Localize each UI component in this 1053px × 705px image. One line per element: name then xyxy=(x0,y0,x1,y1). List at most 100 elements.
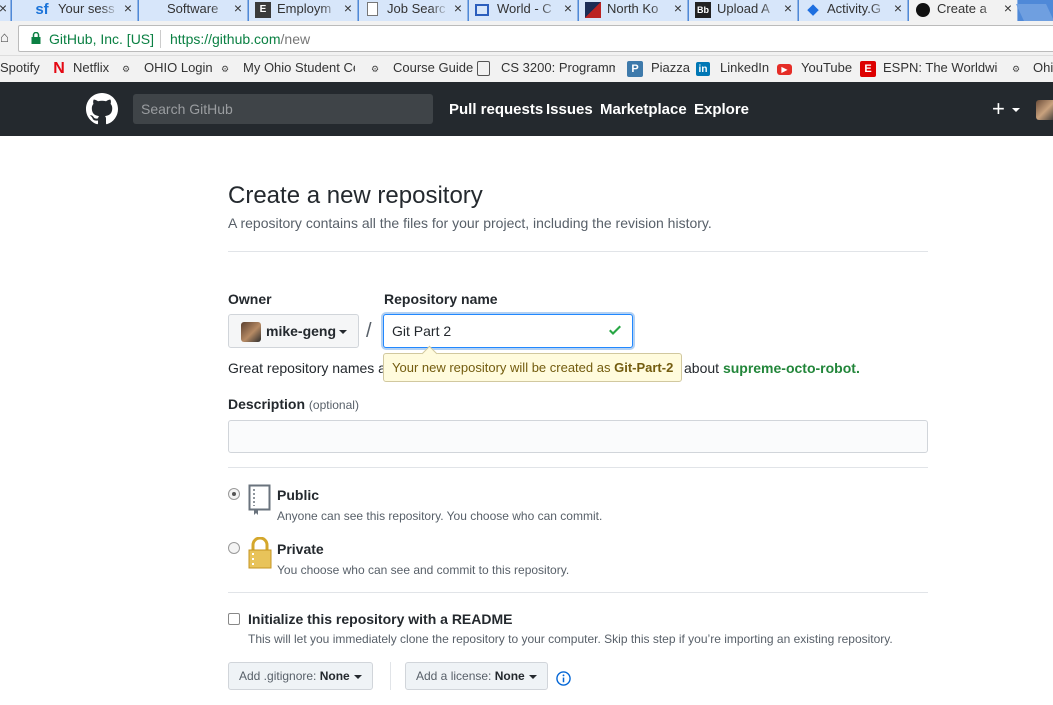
bookmark-label: Netflix xyxy=(73,60,110,75)
nav-issues[interactable]: Issues xyxy=(546,101,593,118)
tab-close-icon[interactable]: × xyxy=(454,0,462,16)
browser-tab[interactable]: E Employm × xyxy=(249,0,358,21)
tab-title: Upload A xyxy=(717,1,770,16)
bookmark-my-ohio[interactable]: ⚙ My Ohio Student Cen xyxy=(217,60,357,78)
tab-close-icon[interactable]: × xyxy=(344,0,352,16)
url-text[interactable]: https://github.com/new xyxy=(170,31,310,47)
bookmark-youtube[interactable]: ▶ YouTube xyxy=(777,60,852,78)
browser-tab[interactable]: × xyxy=(0,0,11,21)
license-select-button[interactable]: Add a license: None xyxy=(405,662,548,690)
home-icon[interactable]: ⌂ xyxy=(0,29,14,46)
public-description: Anyone can see this repository. You choo… xyxy=(277,509,603,523)
browser-tab[interactable]: sf Your sess × xyxy=(12,0,138,21)
bookmark-course-guide[interactable]: ⚙ Course Guide xyxy=(367,60,473,78)
tab-title: Create a xyxy=(937,1,987,16)
browser-tab[interactable]: ◆ Activity.G × xyxy=(799,0,908,21)
tab-close-icon[interactable]: × xyxy=(1004,0,1012,16)
github-search-input[interactable] xyxy=(133,94,433,124)
tab-close-icon[interactable]: × xyxy=(0,0,7,16)
description-label-text: Description xyxy=(228,396,306,412)
owner-select-button[interactable]: mike-geng xyxy=(228,314,359,348)
lock-icon xyxy=(31,32,41,44)
repo-name-input[interactable] xyxy=(383,314,633,348)
bookmark-ohio[interactable]: ⚙ Ohi xyxy=(1008,60,1053,78)
browser-tab[interactable]: Software × xyxy=(139,0,248,21)
omnibox-divider xyxy=(160,30,161,48)
chevron-down-icon xyxy=(353,674,362,679)
address-bar: ⌂ GitHub, Inc. [US] https://github.com/n… xyxy=(0,21,1053,56)
private-description: You choose who can see and commit to thi… xyxy=(277,563,570,577)
bookmark-espn[interactable]: E ESPN: The Worldwide xyxy=(860,60,1000,78)
user-avatar[interactable] xyxy=(1036,100,1053,120)
bookmark-ohio-login[interactable]: ⚙ OHIO Login xyxy=(118,60,213,78)
tab-close-icon[interactable]: × xyxy=(234,0,242,16)
browser-tab[interactable]: Bb Upload A × xyxy=(689,0,798,21)
bookmark-label: Piazza xyxy=(651,60,691,75)
github-logo-icon[interactable] xyxy=(86,93,118,125)
tooltip-repo-name: Git-Part-2 xyxy=(614,360,674,375)
ohio-icon: ⚙ xyxy=(1011,64,1021,74)
checkmark-icon xyxy=(609,325,621,335)
nav-marketplace[interactable]: Marketplace xyxy=(600,101,687,118)
license-label: Add a license: xyxy=(416,669,492,683)
tab-close-icon[interactable]: × xyxy=(124,0,132,16)
bookmark-label: YouTube xyxy=(801,60,853,75)
netflix-icon: N xyxy=(53,60,65,77)
url-host: https://github.com xyxy=(170,31,281,47)
tab-close-icon[interactable]: × xyxy=(894,0,902,16)
bookmark-label: Course Guide xyxy=(393,60,474,75)
browser-tab-active[interactable]: Create a × xyxy=(909,0,1018,21)
bookmark-spotify[interactable]: Spotify xyxy=(0,60,40,78)
bookmark-netflix[interactable]: N Netflix xyxy=(51,60,111,78)
page-subtitle: A repository contains all the files for … xyxy=(228,215,712,231)
select-divider xyxy=(390,662,391,690)
repo-name-tooltip: Your new repository will be created as G… xyxy=(383,353,683,382)
dropbox-icon: ◆ xyxy=(807,1,819,18)
tab-close-icon[interactable]: × xyxy=(674,0,682,16)
window-icon xyxy=(475,4,489,16)
gitignore-select-button[interactable]: Add .gitignore: None xyxy=(228,662,373,690)
owner-name: mike-geng xyxy=(266,323,337,339)
suggestion-prefix: about xyxy=(684,360,720,376)
tab-title: Software xyxy=(167,1,219,16)
tab-title: Job Searc xyxy=(387,1,446,16)
bookmark-label: CS 3200: Programmin xyxy=(501,60,615,75)
repo-book-icon xyxy=(248,484,271,515)
browser-tab-strip: × sf Your sess × Software × E Employm × … xyxy=(0,0,1053,21)
secure-label: GitHub, Inc. [US] xyxy=(49,31,155,47)
browser-tab[interactable]: Job Searc × xyxy=(359,0,468,21)
news-icon xyxy=(585,2,601,18)
info-icon[interactable] xyxy=(556,671,571,686)
new-tab-button[interactable] xyxy=(1016,4,1053,21)
tab-close-icon[interactable]: × xyxy=(564,0,572,16)
sourceforge-icon: sf xyxy=(35,1,49,18)
private-radio[interactable] xyxy=(228,542,240,554)
bookmark-piazza[interactable]: P Piazza xyxy=(627,60,691,78)
ohio-icon: ⚙ xyxy=(220,64,230,74)
chevron-down-icon[interactable] xyxy=(1012,108,1020,112)
suggested-name-link[interactable]: supreme-octo-robot. xyxy=(723,360,860,376)
description-input[interactable] xyxy=(228,420,928,453)
public-radio[interactable] xyxy=(228,488,240,500)
bookmark-cs3200[interactable]: CS 3200: Programmin xyxy=(477,60,617,78)
name-hint-text: Great repository names a xyxy=(228,360,386,376)
gitignore-value: None xyxy=(319,669,350,683)
divider xyxy=(228,467,928,468)
bookmark-label: Spotify xyxy=(0,60,40,75)
book-icon xyxy=(477,61,490,76)
nav-pull-requests[interactable]: Pull requests xyxy=(449,101,543,118)
readme-checkbox[interactable] xyxy=(228,613,240,625)
tab-close-icon[interactable]: × xyxy=(784,0,792,16)
bookmark-label: OHIO Login xyxy=(144,60,213,75)
omnibox[interactable]: GitHub, Inc. [US] https://github.com/new xyxy=(18,25,1053,52)
create-new-plus-icon[interactable]: + xyxy=(992,98,1005,120)
tab-title: Employm xyxy=(277,1,332,16)
nav-explore[interactable]: Explore xyxy=(694,101,749,118)
owner-repo-separator: / xyxy=(366,320,372,342)
bookmark-linkedin[interactable]: in LinkedIn xyxy=(696,60,769,78)
browser-tab[interactable]: World - C × xyxy=(469,0,578,21)
browser-tab[interactable]: North Ko × xyxy=(579,0,688,21)
public-title: Public xyxy=(277,487,320,503)
bookmark-label: ESPN: The Worldwide xyxy=(883,60,998,75)
bookmark-label: Ohi xyxy=(1033,60,1053,75)
